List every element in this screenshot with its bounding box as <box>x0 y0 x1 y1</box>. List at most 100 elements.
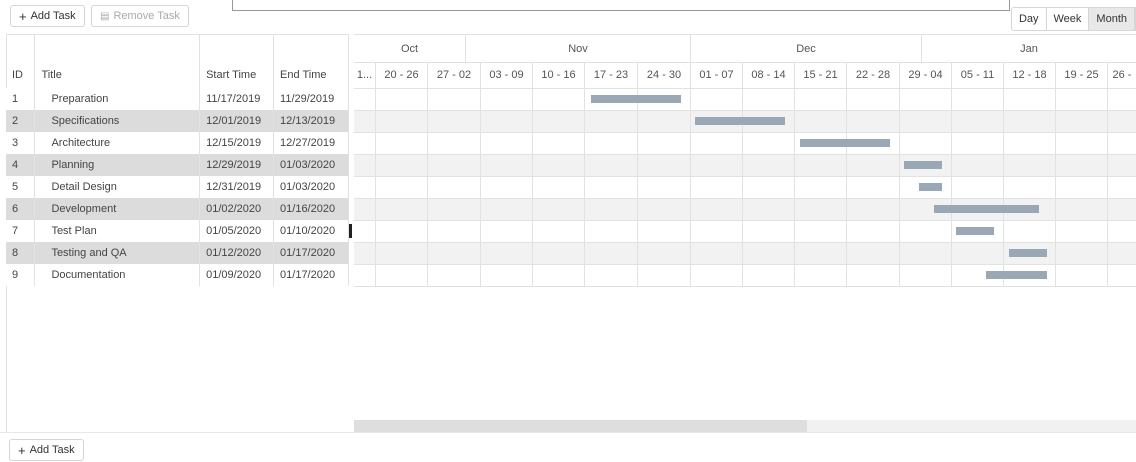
timeline-row <box>354 221 1136 243</box>
grid-line <box>1107 89 1108 287</box>
task-bar-preparation[interactable] <box>591 95 681 103</box>
grid-line <box>375 89 376 287</box>
view-month-button[interactable]: Month <box>1089 8 1135 30</box>
week-cell: 05 - 11 <box>952 63 1004 88</box>
add-task-button[interactable]: + Add Task <box>10 5 85 27</box>
task-bar-planning[interactable] <box>904 161 942 169</box>
cell-start: 12/31/2019 <box>199 175 275 198</box>
week-cell: 1... <box>354 63 376 88</box>
cell-title: Detail Design <box>34 175 201 198</box>
cell-title: Preparation <box>34 87 201 110</box>
grid-line <box>427 89 428 287</box>
cell-id: 3 <box>6 131 36 154</box>
table-row[interactable]: 3 Architecture 12/15/2019 12/27/2019 <box>6 131 349 154</box>
week-cell: 24 - 30 <box>638 63 691 88</box>
cell-start: 01/09/2020 <box>199 263 275 286</box>
task-bar-specifications[interactable] <box>695 117 785 125</box>
table-row[interactable]: 7 Test Plan 01/05/2020 01/10/2020 <box>6 219 349 242</box>
cell-end: 01/17/2020 <box>273 263 349 286</box>
week-cell: 19 - 25 <box>1056 63 1108 88</box>
week-cell: 01 - 07 <box>691 63 743 88</box>
week-cell: 10 - 16 <box>533 63 585 88</box>
cell-end: 01/03/2020 <box>273 153 349 176</box>
grid-line <box>899 89 900 287</box>
grid-line <box>1003 89 1004 287</box>
cell-title: Documentation <box>34 263 201 286</box>
grid-line <box>1055 89 1056 287</box>
trash-icon: ▤ <box>100 10 110 22</box>
grid-line <box>637 89 638 287</box>
cell-start: 12/01/2019 <box>199 109 275 132</box>
week-cell: 20 - 26 <box>376 63 428 88</box>
footer: + Add Task <box>0 432 1136 462</box>
footer-add-task-label: Add Task <box>29 444 75 456</box>
cell-end: 01/10/2020 <box>273 219 349 242</box>
grid-line <box>951 89 952 287</box>
timeline-row <box>354 177 1136 199</box>
cell-start: 01/02/2020 <box>199 197 275 220</box>
column-header-end[interactable]: End Time <box>273 62 349 88</box>
table-row[interactable]: 1 Preparation 11/17/2019 11/29/2019 <box>6 87 349 110</box>
grid-splitter-handle[interactable] <box>349 224 352 238</box>
column-header-start[interactable]: Start Time <box>199 62 275 88</box>
cell-id: 1 <box>6 87 36 110</box>
cell-start: 01/05/2020 <box>199 219 275 242</box>
task-bar-development[interactable] <box>934 205 1039 213</box>
cell-end: 01/03/2020 <box>273 175 349 198</box>
remove-task-label: Remove Task <box>113 10 180 22</box>
footer-add-task-button[interactable]: + Add Task <box>9 439 84 461</box>
column-header-id[interactable]: ID <box>6 62 36 88</box>
grid-line <box>846 89 847 287</box>
task-grid: ID Title Start Time End Time 1 Preparatio… <box>6 34 349 286</box>
cell-start: 11/17/2019 <box>199 87 275 110</box>
column-header-title[interactable]: Title <box>34 62 201 88</box>
remove-task-button[interactable]: ▤ Remove Task <box>91 5 189 27</box>
horizontal-scrollbar[interactable] <box>354 420 1136 432</box>
table-row[interactable]: 8 Testing and QA 01/12/2020 01/17/2020 <box>6 241 349 264</box>
cell-title: Testing and QA <box>34 241 201 264</box>
scrollbar-thumb[interactable] <box>354 420 807 432</box>
cell-id: 4 <box>6 153 36 176</box>
task-bar-architecture[interactable] <box>800 139 890 147</box>
grid-line <box>794 89 795 287</box>
cell-start: 12/29/2019 <box>199 153 275 176</box>
timeline-row <box>354 155 1136 177</box>
cell-title: Specifications <box>34 109 201 132</box>
table-row[interactable]: 5 Detail Design 12/31/2019 01/03/2020 <box>6 175 349 198</box>
cell-end: 12/13/2019 <box>273 109 349 132</box>
cell-title: Architecture <box>34 131 201 154</box>
table-row[interactable]: 4 Planning 12/29/2019 01/03/2020 <box>6 153 349 176</box>
plus-icon: + <box>19 8 27 24</box>
plus-icon: + <box>18 442 26 458</box>
table-row[interactable]: 9 Documentation 01/09/2020 01/17/2020 <box>6 263 349 286</box>
task-bar-testing-and-qa[interactable] <box>1009 249 1047 257</box>
task-bar-test-plan[interactable] <box>956 227 994 235</box>
add-task-label: Add Task <box>30 10 76 22</box>
cell-id: 8 <box>6 241 36 264</box>
table-row[interactable]: 2 Specifications 12/01/2019 12/13/2019 <box>6 109 349 132</box>
cell-id: 5 <box>6 175 36 198</box>
view-switcher: Day Week Month <box>1010 7 1136 31</box>
table-row[interactable]: 6 Development 01/02/2020 01/16/2020 <box>6 197 349 220</box>
view-week-button[interactable]: Week <box>1047 8 1090 30</box>
view-day-button[interactable]: Day <box>1012 8 1047 30</box>
task-bar-detail-design[interactable] <box>919 183 942 191</box>
cell-id: 9 <box>6 263 36 286</box>
month-cell: Oct <box>354 35 466 63</box>
cell-title: Planning <box>34 153 201 176</box>
grid-line <box>480 89 481 287</box>
cell-id: 6 <box>6 197 36 220</box>
cell-end: 01/17/2020 <box>273 241 349 264</box>
grid-line <box>532 89 533 287</box>
week-cell: 12 - 18 <box>1004 63 1056 88</box>
toolbar-frame <box>232 0 1010 11</box>
week-cell: 29 - 04 <box>900 63 952 88</box>
week-cell: 26 - <box>1112 69 1132 81</box>
grid-line <box>690 89 691 287</box>
gantt-timeline: Oct Nov Dec Jan 1... 20 - 26 27 - 02 03 … <box>354 34 1136 430</box>
month-header: Oct Nov Dec Jan <box>354 34 1136 63</box>
cell-title: Development <box>34 197 201 220</box>
cell-title: Test Plan <box>34 219 201 242</box>
toolbar: + Add Task ▤ Remove Task Day Week Month <box>0 0 1136 32</box>
task-bar-documentation[interactable] <box>986 271 1047 279</box>
